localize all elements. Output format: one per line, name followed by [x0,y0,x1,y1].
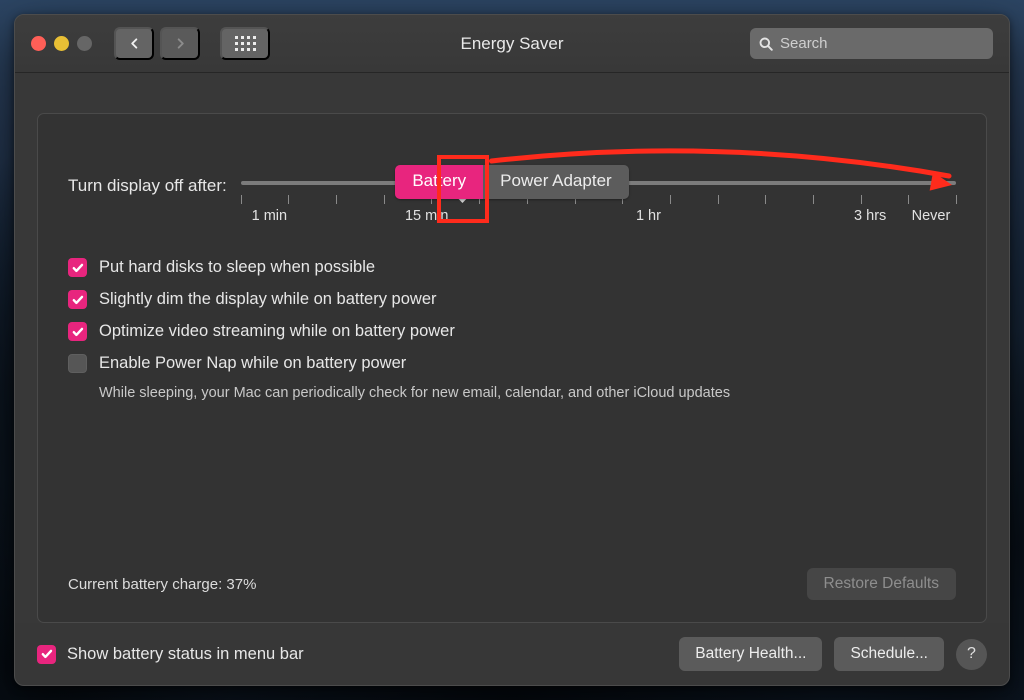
minimize-button[interactable] [54,36,69,51]
option-row[interactable]: Put hard disks to sleep when possible [68,258,956,277]
panel-footer: Current battery charge: 37% Restore Defa… [68,568,956,600]
option-label: Put hard disks to sleep when possible [99,258,376,276]
navigation-buttons [114,27,200,60]
option-label: Enable Power Nap while on battery power [99,354,407,372]
slider-scale-label: 3 hrs [854,208,887,224]
restore-defaults-button[interactable]: Restore Defaults [806,568,956,600]
option-checkbox[interactable] [68,322,87,341]
forward-button[interactable] [160,27,200,60]
show-battery-status-label: Show battery status in menu bar [67,644,304,663]
checkmark-icon [72,327,83,336]
option-label: Optimize video streaming while on batter… [99,322,455,340]
tab-power-adapter[interactable]: Power Adapter [483,165,629,199]
option-checkbox[interactable] [68,354,87,373]
zoom-button[interactable] [77,36,92,51]
window-footer: Show battery status in menu bar Battery … [15,623,1009,685]
power-nap-description: While sleeping, your Mac can periodicall… [99,385,731,401]
grid-dots-icon [234,36,256,51]
desktop-wallpaper: Energy Saver Battery Power Adapter Turn [0,0,1024,700]
menu-bar-option[interactable]: Show battery status in menu bar [37,644,304,664]
tab-battery[interactable]: Battery [395,165,484,199]
option-row[interactable]: Enable Power Nap while on battery power [68,354,956,373]
search-input[interactable] [780,35,984,52]
slider-scale-label: 1 min [251,208,288,224]
show-all-button[interactable] [220,27,270,60]
option-checkbox[interactable] [68,290,87,309]
search-field[interactable] [750,28,993,59]
window-titlebar: Energy Saver [15,15,1009,73]
battery-charge-status: Current battery charge: 37% [68,575,257,593]
slider-scale-label: 1 hr [635,208,661,224]
checkmark-icon [41,649,52,659]
traffic-light-group [31,36,92,51]
tab-bar: Battery Power Adapter [15,165,1009,199]
chevron-left-icon [130,38,137,49]
options-checkbox-list: Put hard disks to sleep when possible Sli… [68,258,956,373]
schedule-button[interactable]: Schedule... [834,637,944,671]
show-battery-status-checkbox[interactable] [37,644,56,664]
footer-buttons: Battery Health... Schedule... ? [679,637,987,671]
search-icon [759,37,773,51]
option-label: Slightly dim the display while on batter… [99,290,437,308]
option-row[interactable]: Optimize video streaming while on batter… [68,322,956,341]
slider-scale-labels: 1 min 15 min 1 hr 3 hrs Never [241,208,956,228]
help-button[interactable]: ? [956,638,987,670]
checkmark-icon [72,263,83,272]
energy-saver-window: Energy Saver Battery Power Adapter Turn [14,14,1010,686]
option-checkbox[interactable] [68,258,87,277]
back-button[interactable] [114,27,154,60]
window-body: Battery Power Adapter Turn display off a… [15,73,1009,623]
close-button[interactable] [31,36,46,51]
option-row[interactable]: Slightly dim the display while on batter… [68,290,956,309]
battery-health-button[interactable]: Battery Health... [679,637,823,671]
chevron-right-icon [177,38,184,49]
slider-scale-label: 15 min [404,208,449,224]
checkmark-icon [72,295,83,304]
slider-scale-label: Never [911,208,951,224]
